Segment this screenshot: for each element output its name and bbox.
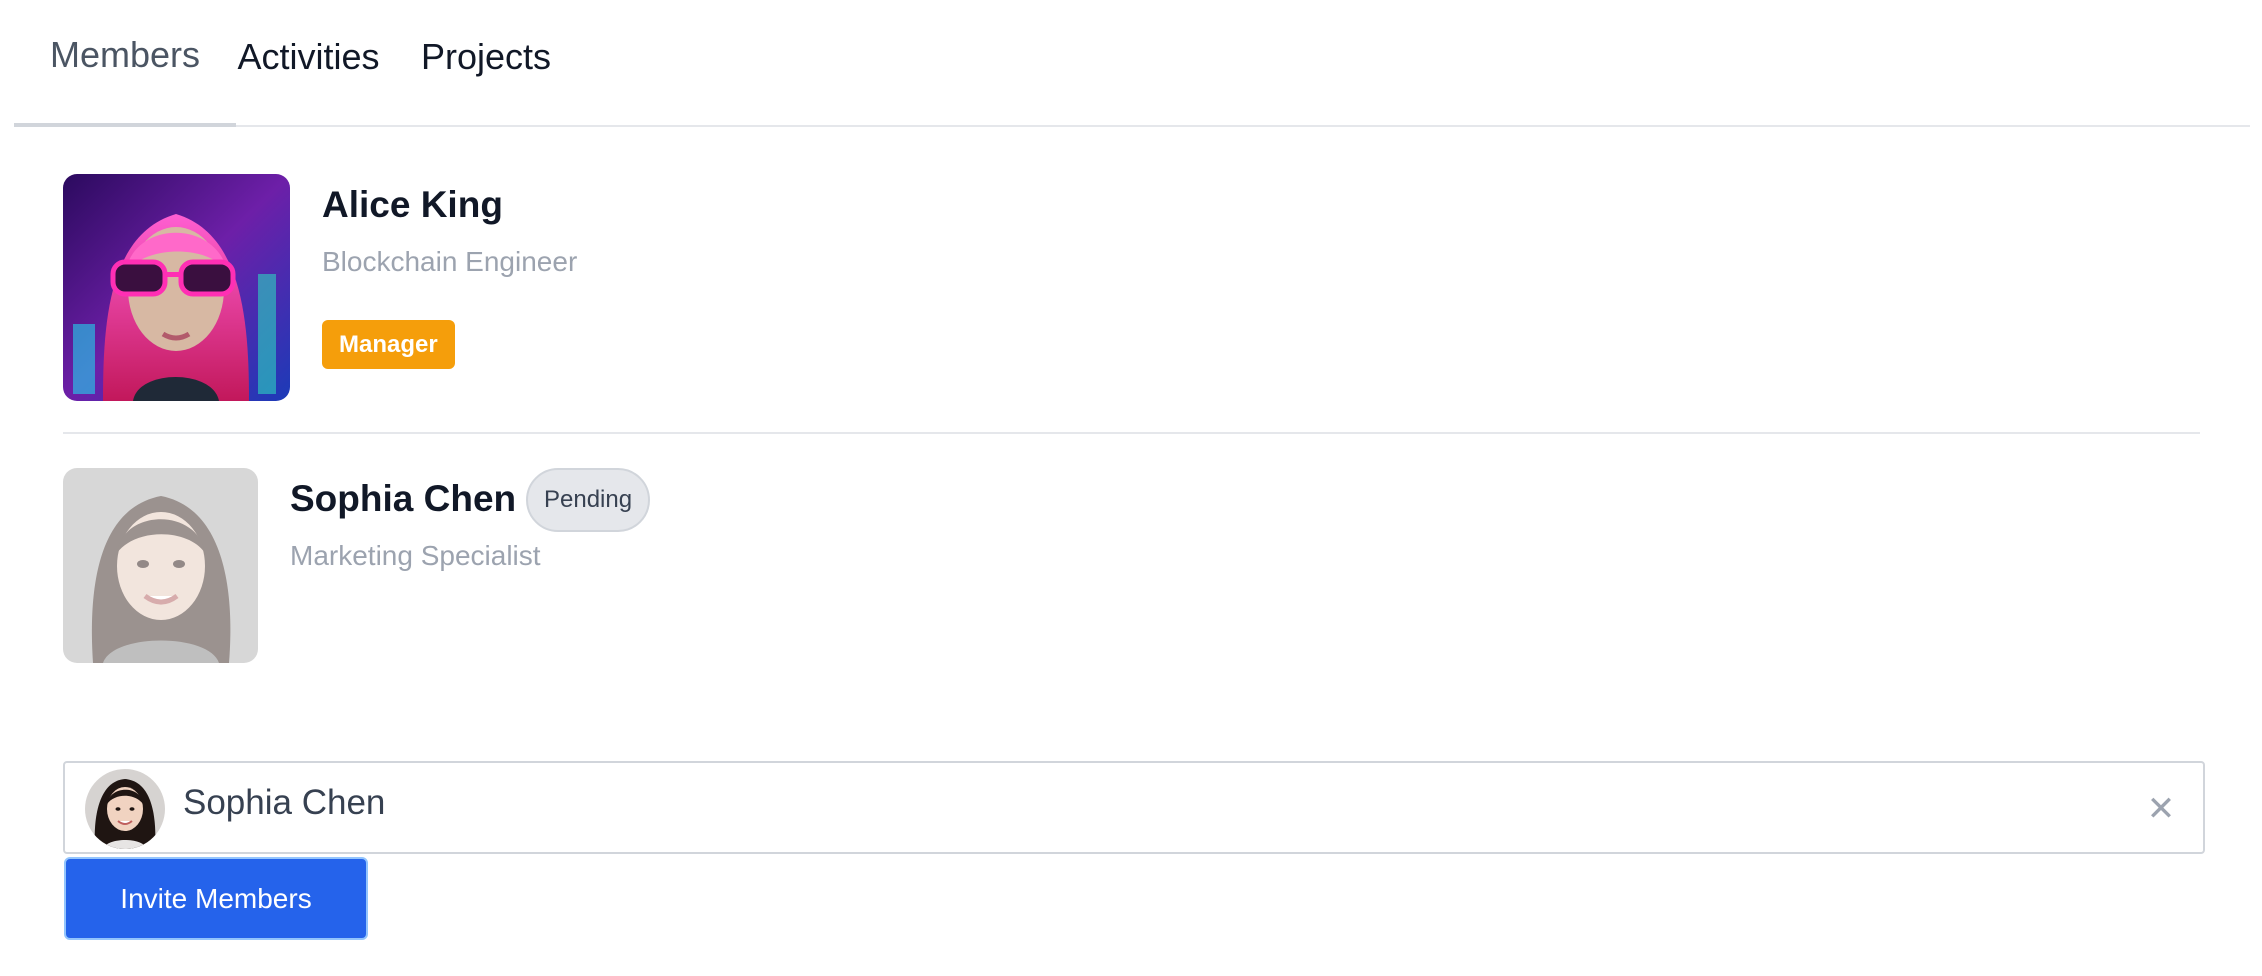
tab-projects[interactable]: Projects bbox=[381, 0, 591, 127]
selected-member-name: Sophia Chen bbox=[183, 783, 386, 822]
member-role: Marketing Specialist bbox=[290, 540, 541, 571]
member-row-sophia-chen: Sophia Chen Pending Marketing Specialist bbox=[63, 468, 2200, 668]
avatar bbox=[63, 468, 258, 663]
role-badge: Manager bbox=[322, 320, 455, 369]
member-role: Blockchain Engineer bbox=[322, 246, 578, 277]
member-name: Alice King bbox=[322, 184, 503, 225]
avatar bbox=[63, 174, 290, 401]
invite-member-select[interactable]: Sophia Chen ✕ bbox=[63, 761, 2205, 854]
tab-bar: Members Activities Projects bbox=[14, 0, 2250, 127]
status-badge: Pending bbox=[526, 468, 651, 532]
member-name: Sophia Chen bbox=[290, 478, 517, 519]
invite-members-button[interactable]: Invite Members bbox=[64, 857, 368, 940]
close-icon[interactable]: ✕ bbox=[2143, 790, 2179, 828]
tab-activities[interactable]: Activities bbox=[236, 0, 381, 127]
tab-members[interactable]: Members bbox=[14, 0, 236, 127]
member-row-alice-king: Alice King Blockchain Engineer Manager bbox=[63, 174, 2200, 434]
selected-member-avatar bbox=[85, 769, 165, 849]
